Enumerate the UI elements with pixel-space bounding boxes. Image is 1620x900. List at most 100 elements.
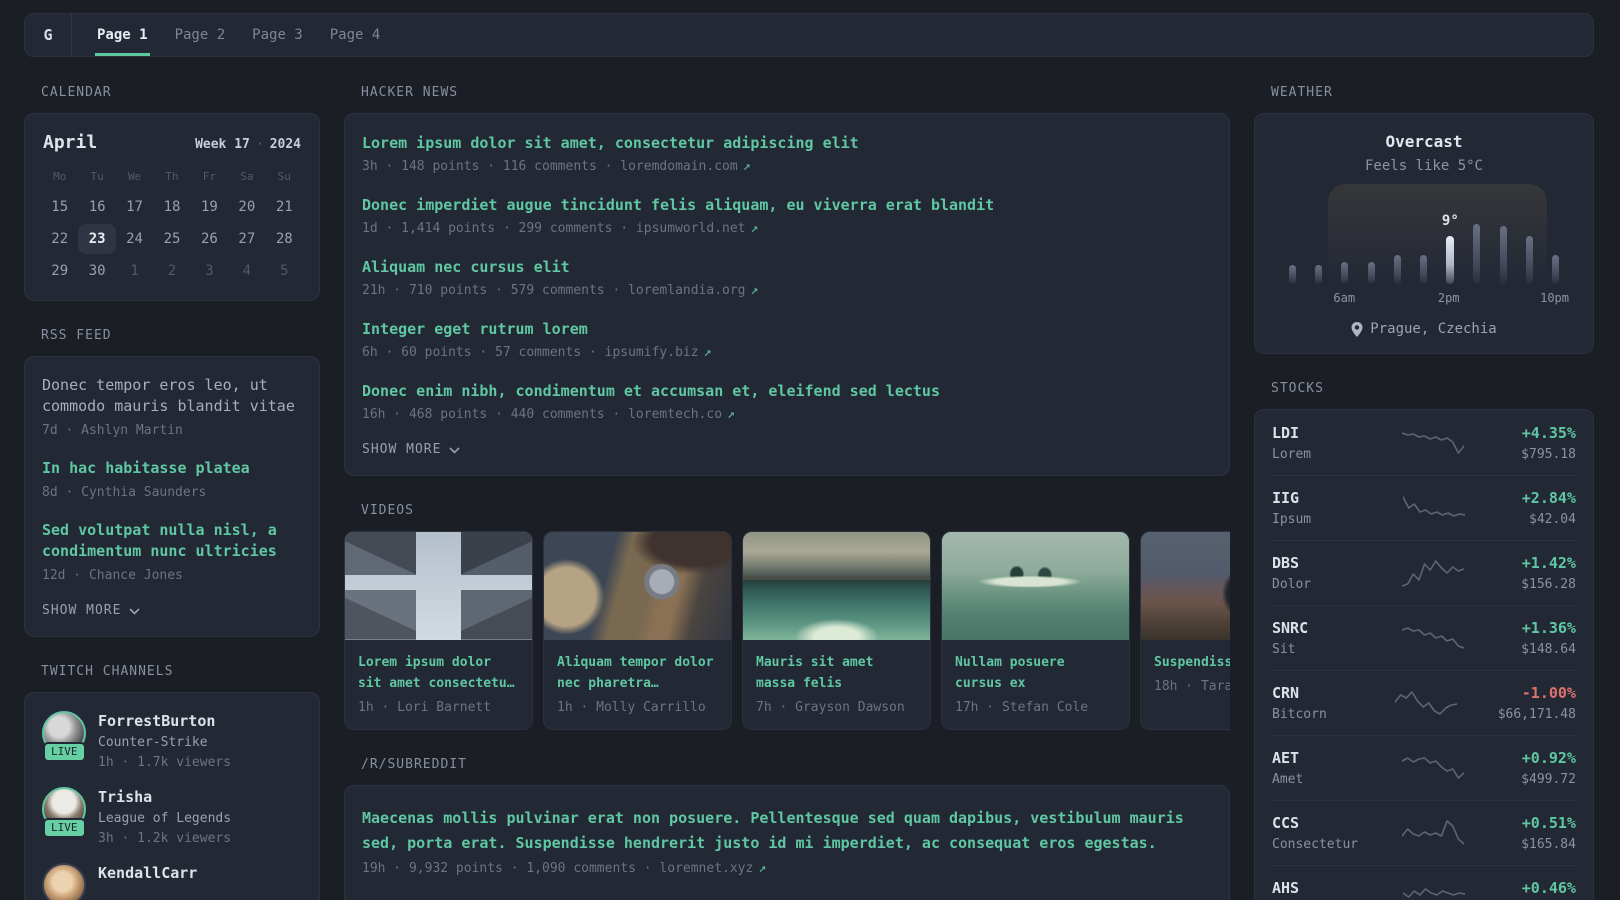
hackernews-show-more-button[interactable]: SHOW MORE (362, 442, 1212, 457)
stock-name: Sit (1272, 642, 1296, 657)
calendar-weekday: Mo (53, 170, 67, 183)
video-thumbnail (942, 532, 1129, 640)
middle-column: HACKER NEWS Lorem ipsum dolor sit amet, … (344, 85, 1230, 900)
weather-bar (1552, 255, 1560, 284)
twitch-channel-row[interactable]: LIVE Trisha League of Legends 3h · 1.2k … (42, 787, 302, 846)
weather-bar (1446, 236, 1455, 284)
external-link-icon[interactable]: ↗ (743, 159, 751, 174)
page-tab[interactable]: Page 4 (328, 14, 383, 56)
stock-values: +2.84% $42.04 (1522, 489, 1576, 527)
external-link-icon[interactable]: ↗ (704, 345, 712, 360)
channel-game: Counter-Strike (98, 735, 208, 750)
hackernews-item-title[interactable]: Aliquam nec cursus elit (362, 258, 1212, 276)
calendar-day: 19 (200, 199, 218, 215)
stock-change: +0.46% (1521, 879, 1576, 897)
stock-identity: LDI Lorem (1272, 424, 1374, 462)
dot-separator: · (255, 137, 264, 152)
weather-hour-column: 9° (1516, 236, 1542, 284)
external-link-icon[interactable]: ↗ (727, 407, 735, 422)
stock-ticker: SNRC (1272, 619, 1309, 637)
rss-item-title[interactable]: In hac habitasse platea (42, 458, 302, 479)
rss-item: Sed volutpat nulla nisl, a condimentum n… (42, 520, 302, 583)
hackernews-widget: HACKER NEWS Lorem ipsum dolor sit amet, … (344, 85, 1230, 476)
rss-item-title[interactable]: Donec tempor eros leo, ut commodo mauris… (42, 375, 302, 417)
hackernews-item: Integer eget rutrum lorem 6h · 60 points… (362, 320, 1212, 360)
stock-row[interactable]: AET Amet +0.92% $499.72 (1272, 735, 1576, 800)
stock-identity: IIG Ipsum (1272, 489, 1374, 527)
videos-section-title: VIDEOS (361, 503, 414, 518)
page-tab[interactable]: Page 3 (250, 14, 305, 56)
stock-row[interactable]: DBS Dolor +1.42% $156.28 (1272, 540, 1576, 605)
channel-info: KendallCarr (98, 863, 197, 900)
stock-sparkline (1394, 691, 1457, 715)
stock-change: +0.92% (1521, 749, 1576, 767)
video-card[interactable]: Suspendisse diam 18h · Tara (1140, 531, 1230, 730)
hackernews-item-title[interactable]: Lorem ipsum dolor sit amet, consectetur … (362, 134, 1212, 152)
channel-avatar-image (42, 863, 86, 900)
map-pin-icon (1351, 321, 1363, 337)
calendar-day: 24 (126, 231, 143, 247)
video-card[interactable]: Aliquam tempor dolor nec pharetra… 1h · … (543, 531, 732, 730)
calendar-day: 28 (275, 231, 293, 247)
twitch-channel-row[interactable]: LIVE ForrestBurton Counter-Strike 1h · 1… (42, 711, 302, 770)
stock-row[interactable]: LDI Lorem +4.35% $795.18 (1272, 411, 1576, 475)
calendar-day: 20 (238, 199, 256, 215)
external-link-icon[interactable]: ↗ (751, 221, 759, 236)
video-card[interactable]: Lorem ipsum dolor sit amet consectetu… 1… (344, 531, 533, 730)
external-link-icon[interactable]: ↗ (758, 861, 766, 876)
stock-price: $165.84 (1521, 837, 1576, 852)
stock-sparkline (1402, 757, 1465, 779)
weather-hour-column: 9° (1464, 224, 1490, 284)
subreddit-post-title[interactable]: Maecenas mollis pulvinar erat non posuer… (362, 806, 1212, 856)
rss-show-more-button[interactable]: SHOW MORE (42, 603, 302, 618)
video-title: Nullam posuere cursus ex (955, 655, 1065, 691)
stock-row[interactable]: AHS +0.46% (1272, 865, 1576, 900)
video-card[interactable]: Nullam posuere cursus ex 17h · Stefan Co… (941, 531, 1130, 730)
hackernews-item-meta: 6h · 60 points · 57 comments · ipsumify.… (362, 345, 712, 360)
calendar-day: 3 (205, 263, 214, 279)
hackernews-item-title[interactable]: Donec enim nibh, condimentum et accumsan… (362, 382, 1212, 400)
stock-identity: CRN Bitcorn (1272, 684, 1374, 722)
calendar-day: 23 (78, 224, 116, 254)
weather-time-label: 6am (1333, 291, 1356, 305)
stock-row[interactable]: CCS Consectetur +0.51% $165.84 (1272, 800, 1576, 865)
stock-row[interactable]: IIG Ipsum +2.84% $42.04 (1272, 475, 1576, 540)
video-info: Nullam posuere cursus ex 17h · Stefan Co… (942, 640, 1129, 729)
stock-row[interactable]: CRN Bitcorn -1.00% $66,171.48 (1272, 670, 1576, 735)
app-logo[interactable]: G (25, 14, 72, 56)
stock-change: +0.51% (1521, 814, 1576, 832)
external-link-icon[interactable]: ↗ (751, 283, 759, 298)
stock-ticker: LDI (1272, 424, 1300, 442)
stock-sparkline (1402, 888, 1465, 898)
hackernews-list: Lorem ipsum dolor sit amet, consectetur … (362, 134, 1212, 422)
weather-time-label: 10pm (1540, 291, 1569, 305)
stock-sparkline (1402, 496, 1465, 517)
stocks-card: LDI Lorem +4.35% $795.18 IIG Ipsum +2.84… (1254, 409, 1594, 900)
stock-row[interactable]: SNRC Sit +1.36% $148.64 (1272, 605, 1576, 670)
stock-sparkline (1402, 820, 1465, 845)
channel-meta: 3h · 1.2k viewers (98, 831, 232, 846)
page-tab[interactable]: Page 1 (95, 14, 150, 56)
calendar-day: 26 (200, 231, 218, 247)
video-meta: 17h · Stefan Cole (955, 700, 1089, 715)
channel-info: Trisha League of Legends 3h · 1.2k viewe… (98, 787, 231, 846)
video-meta: 18h · Tara (1154, 679, 1230, 694)
rss-item-title[interactable]: Sed volutpat nulla nisl, a condimentum n… (42, 520, 302, 562)
video-title: Mauris sit amet massa felis (756, 655, 874, 691)
calendar-month: April (43, 132, 98, 153)
video-info: Lorem ipsum dolor sit amet consectetu… 1… (345, 640, 532, 729)
video-card[interactable]: Mauris sit amet massa felis 7h · Grayson… (742, 531, 931, 730)
weather-hour-column: 9° (1358, 262, 1384, 284)
left-column: CALENDAR April Week 17 · 2024 Mo Tu We Th Fr Sa… (24, 85, 320, 900)
weather-hour-column: 9° (1279, 265, 1305, 284)
stock-identity: CCS Consectetur (1272, 814, 1374, 852)
twitch-channel-row[interactable]: KendallCarr (42, 863, 302, 900)
hackernews-item-title[interactable]: Integer eget rutrum lorem (362, 320, 1212, 338)
page-tab[interactable]: Page 2 (173, 14, 228, 56)
hackernews-item-title[interactable]: Donec imperdiet augue tincidunt felis al… (362, 196, 1212, 214)
stock-change: +2.84% (1521, 489, 1576, 507)
weather-bar (1420, 255, 1428, 284)
live-badge: LIVE (43, 818, 86, 838)
video-thumbnail (345, 532, 532, 640)
weather-hourly-chart: 9° 9° 9° 9° (1279, 184, 1569, 284)
